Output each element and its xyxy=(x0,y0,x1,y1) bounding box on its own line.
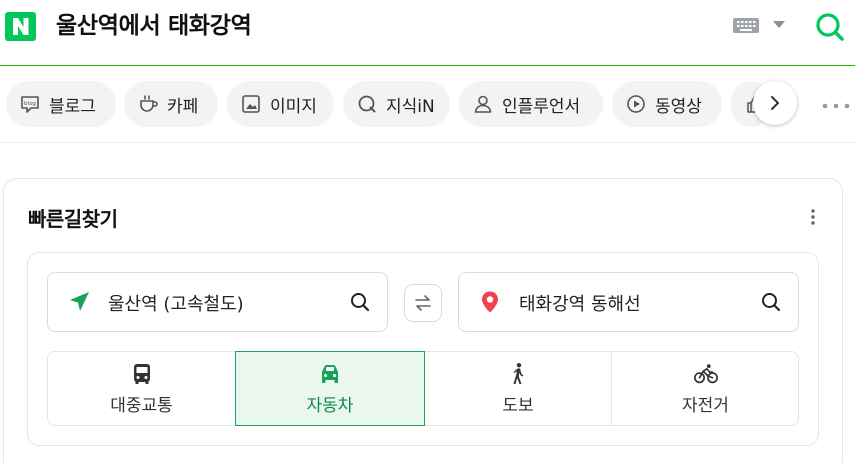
card-title: 빠른길찾기 xyxy=(28,207,118,231)
chevron-down-icon[interactable] xyxy=(773,21,785,28)
keyboard-icon[interactable] xyxy=(733,18,759,33)
kebab-menu-icon[interactable] xyxy=(810,208,816,226)
mode-label: 대중교통 xyxy=(110,396,173,416)
search-icon[interactable] xyxy=(814,11,846,43)
tab-label: 카페 xyxy=(167,96,199,117)
bicycle-icon xyxy=(693,361,719,387)
tab-label: 블로그 xyxy=(49,96,96,117)
destination-value: 태화강역 동해선 xyxy=(519,294,641,315)
mode-label: 자전거 xyxy=(682,396,729,416)
mode-walk[interactable]: 도보 xyxy=(425,351,611,426)
image-icon xyxy=(240,93,262,115)
tab-video[interactable]: 동영상 xyxy=(612,81,722,127)
search-tabs: blog 블로그 카페 이미지 지식iN 인플루언서 동영상 xyxy=(0,66,855,143)
search-icon[interactable] xyxy=(760,291,782,313)
mode-label: 자동차 xyxy=(306,396,354,416)
naver-n-logo[interactable] xyxy=(5,12,36,41)
mode-transit[interactable]: 대중교통 xyxy=(48,351,235,426)
quick-route-card: 빠른길찾기 울산역 (고속철도) 태화강역 동해선 대중교통 자동차 도보 자전… xyxy=(3,178,843,463)
tab-label: 동영상 xyxy=(655,96,702,117)
destination-field[interactable]: 태화강역 동해선 xyxy=(458,272,799,332)
more-options-icon[interactable] xyxy=(822,103,850,109)
search-icon[interactable] xyxy=(349,291,371,313)
tab-influencer[interactable]: 인플루언서 xyxy=(459,81,603,127)
person-icon xyxy=(472,93,494,115)
search-query[interactable]: 울산역에서 태화강역 xyxy=(56,10,252,42)
svg-text:blog: blog xyxy=(24,101,36,107)
car-icon xyxy=(317,361,343,387)
chevron-right-icon xyxy=(771,96,779,110)
location-pin-icon xyxy=(482,291,498,313)
kin-icon xyxy=(356,93,378,115)
mode-bicycle[interactable]: 자전거 xyxy=(612,351,799,426)
tab-image[interactable]: 이미지 xyxy=(227,81,334,127)
search-header: 울산역에서 태화강역 xyxy=(0,0,855,66)
mode-label: 도보 xyxy=(502,396,534,416)
play-icon xyxy=(625,93,647,115)
mode-car[interactable]: 자동차 xyxy=(235,351,425,426)
tab-label: 인플루언서 xyxy=(502,96,581,117)
swap-button[interactable] xyxy=(404,284,442,322)
transport-mode-selector: 대중교통 자동차 도보 자전거 xyxy=(47,351,799,426)
walk-icon xyxy=(505,361,531,387)
tab-blog[interactable]: blog 블로그 xyxy=(6,81,116,127)
tabs-next-button[interactable] xyxy=(753,81,797,125)
swap-arrows-icon xyxy=(415,295,431,311)
tab-label: 지식iN xyxy=(386,96,435,117)
tab-label: 이미지 xyxy=(270,96,317,117)
tab-cafe[interactable]: 카페 xyxy=(124,81,218,127)
bus-icon xyxy=(129,361,155,387)
route-panel: 울산역 (고속철도) 태화강역 동해선 대중교통 자동차 도보 자전거 xyxy=(27,252,819,446)
origin-field[interactable]: 울산역 (고속철도) xyxy=(47,272,388,332)
navigation-arrow-icon xyxy=(70,292,89,311)
blog-icon: blog xyxy=(19,93,41,115)
tab-kin[interactable]: 지식iN xyxy=(343,81,450,127)
origin-value: 울산역 (고속철도) xyxy=(108,294,244,315)
cafe-cup-icon xyxy=(137,93,159,115)
